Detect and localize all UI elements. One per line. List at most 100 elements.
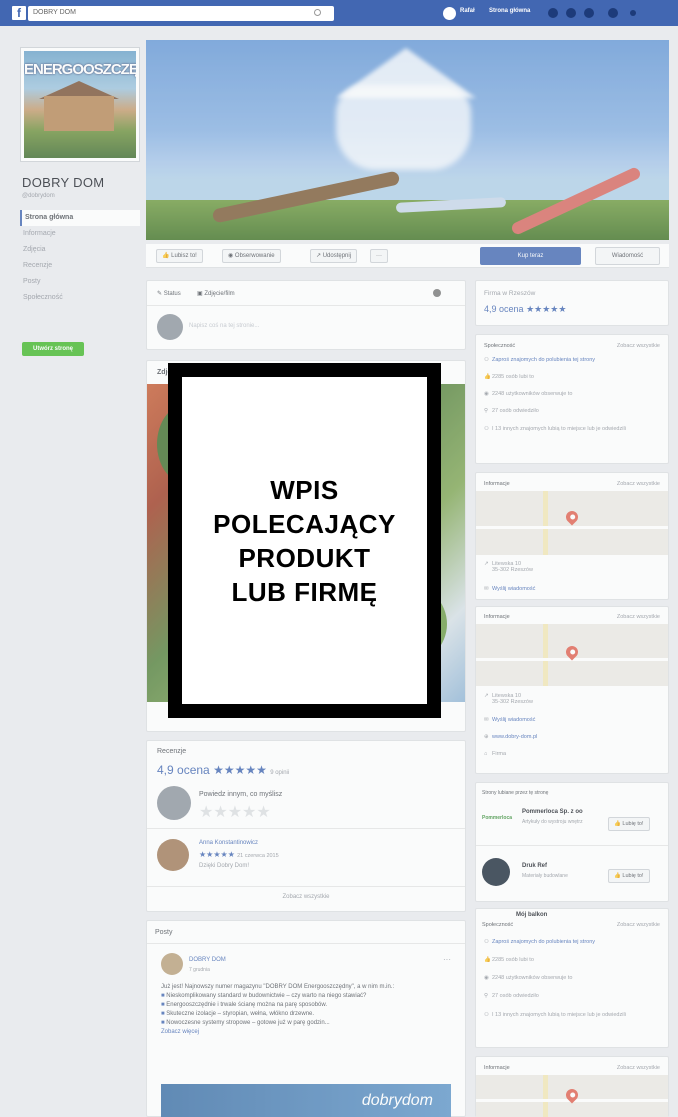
search-input[interactable]: DOBRY DOM (28, 6, 334, 21)
related-page-logo[interactable]: Pommerloca (482, 811, 512, 825)
more-button[interactable]: ··· (370, 249, 388, 263)
address-row: ↗ Litewska 10 35-302 Rzeszów (484, 561, 533, 573)
map[interactable] (476, 624, 668, 686)
composer-input[interactable]: Napisz coś na tej stronie... (189, 323, 259, 329)
website-row: ⊕ www.dobry-dom.pl (484, 734, 537, 740)
post-line: Już jest! Najnowszy numer magazynu "DOBR… (161, 984, 395, 990)
checkins-row: ⚲ 27 osób odwiedziło (484, 993, 539, 999)
post-author[interactable]: DOBRY DOM (189, 957, 226, 963)
nav-item-home[interactable]: Strona główna (20, 210, 140, 226)
like-icon: 👍 (484, 374, 491, 380)
like-page-button[interactable]: 👍 Lubię to! (608, 869, 650, 883)
map[interactable] (476, 1075, 668, 1117)
see-all-link[interactable]: Zobacz wszystkie (617, 922, 660, 928)
photo-tab[interactable]: ▣ Zdjęcie/film (197, 290, 235, 297)
related-page-name[interactable]: Druk Ref (522, 863, 547, 869)
page-rating: 4,9 ocena ★★★★★ (484, 304, 567, 314)
status-tab[interactable]: ✎ Status (157, 290, 181, 297)
avatar (157, 314, 183, 340)
overlay-line: PRODUKT (238, 542, 371, 573)
invite-friends-row: ⚇ Zaproś znajomych do polubienia tej stro… (484, 357, 595, 363)
help-icon[interactable] (608, 8, 618, 18)
friends-row: ⚇ I 13 innych znajomych lubią to miejsce … (484, 426, 626, 432)
see-all-link[interactable]: Zobacz wszystkie (617, 481, 660, 487)
message-button[interactable]: Wiadomość (595, 247, 660, 265)
see-all-reviews-link[interactable]: Zobacz wszystkie (147, 894, 465, 900)
review-count[interactable]: 9 opinii (270, 770, 289, 776)
posts-title: Posty (155, 929, 173, 936)
page-handle[interactable]: @dobrydom (22, 193, 55, 199)
review-stars: ★★★★★ (199, 850, 235, 859)
page-category[interactable]: Firma w Rzeszów (484, 290, 535, 297)
page-action-bar: 👍 Lubisz to! ◉ Obserwowanie ↗ Udostępnij… (146, 244, 669, 268)
like-button[interactable]: 👍 Lubisz to! (156, 249, 203, 263)
messenger-icon: ✉ (484, 717, 489, 723)
post-image-text: dobrydom (361, 1092, 433, 1109)
overlay-line: WPIS (270, 474, 339, 505)
reviewer-name[interactable]: Anna Konstantinowicz (199, 840, 258, 846)
checkins-row: ⚲ 27 osób odwiedziło (484, 408, 539, 414)
see-more-link[interactable]: Zobacz więcej (161, 1028, 451, 1037)
see-all-link[interactable]: Zobacz wszystkie (617, 614, 660, 620)
address-row: ↗ Litewska 10 35-302 Rzeszów (484, 693, 533, 705)
invite-friends-link[interactable]: Zaproś znajomych do polubienia tej stron… (492, 357, 595, 363)
invite-friends-link[interactable]: Zaproś znajomych do polubienia tej stron… (492, 939, 595, 945)
nav-item-reviews[interactable]: Recenzje (20, 258, 140, 274)
message-row: ✉ Wyślij wiadomość (484, 717, 535, 723)
related-pages-title: Strony lubiane przez tę stronę (482, 790, 549, 796)
nav-item-info[interactable]: Informacje (20, 226, 140, 242)
likes-row: 👍2285 osób lubi to (484, 374, 534, 380)
home-link[interactable]: Strona główna (489, 8, 530, 14)
send-message-link[interactable]: Wyślij wiadomość (492, 717, 535, 723)
share-label: Udostępnij (322, 253, 352, 259)
create-page-button[interactable]: Utwórz stronę (22, 342, 84, 356)
people-icon: ⚇ (484, 357, 489, 363)
pin-icon: ⚲ (484, 993, 489, 999)
chevron-down-icon[interactable] (630, 10, 636, 16)
see-all-link[interactable]: Zobacz wszystkie (617, 1065, 660, 1071)
avatar[interactable] (443, 7, 456, 20)
send-message-link[interactable]: Wyślij wiadomość (492, 586, 535, 592)
profile-link[interactable]: Rafał (460, 8, 475, 14)
review-date[interactable]: 21 czerwca 2015 (237, 853, 279, 859)
tag-icon: ⌂ (484, 751, 488, 757)
post-options-icon[interactable]: ··· (443, 955, 451, 964)
messages-icon[interactable] (566, 8, 576, 18)
page-summary-card: Firma w Rzeszów 4,9 ocena ★★★★★ (475, 280, 669, 326)
buy-now-button[interactable]: Kup teraz (480, 247, 581, 265)
globe-icon: ⊕ (484, 734, 489, 740)
reviewer-avatar[interactable] (157, 839, 189, 871)
overlay-line: POLECAJĄCY (213, 508, 396, 539)
search-icon[interactable] (314, 9, 321, 16)
like-icon: 👍 (484, 957, 491, 963)
post-time[interactable]: 7 grudnia (189, 967, 210, 973)
nav-item-posts[interactable]: Posty (20, 274, 140, 290)
website-link[interactable]: www.dobry-dom.pl (492, 734, 537, 740)
friend-requests-icon[interactable] (548, 8, 558, 18)
related-page-avatar[interactable] (482, 858, 510, 886)
info-card: Informacje Zobacz wszystkie ↗ Litewska 10… (475, 472, 669, 600)
cover-photo[interactable] (146, 40, 669, 240)
followers-row: ◉ 2248 użytkowników obserwuje to (484, 391, 573, 397)
share-button[interactable]: ↗ Udostępnij (310, 249, 358, 263)
post-author-avatar[interactable] (161, 953, 183, 975)
related-page-name[interactable]: Pommerloca Sp. z oo (522, 809, 583, 815)
like-icon: 👍 (162, 253, 172, 259)
related-page-name[interactable]: Mój balkon (516, 912, 547, 918)
like-label: Lubisz to! (171, 253, 197, 259)
notifications-icon[interactable] (584, 8, 594, 18)
post-image[interactable]: dobrydom (161, 1084, 451, 1117)
map-pin-icon (563, 508, 581, 526)
nav-item-community[interactable]: Społeczność (20, 290, 140, 306)
map[interactable] (476, 491, 668, 555)
nav-item-photos[interactable]: Zdjęcia (20, 242, 140, 258)
like-page-button[interactable]: 👍 Lubię to! (608, 817, 650, 831)
follow-button[interactable]: ◉ Obserwowanie (222, 249, 281, 263)
see-all-link[interactable]: Zobacz wszystkie (617, 343, 660, 349)
facebook-logo-icon[interactable]: f (12, 6, 26, 20)
audience-icon[interactable] (433, 289, 441, 297)
review-prompt[interactable]: Powiedz innym, co myślisz (199, 791, 282, 798)
profile-picture[interactable]: ENERGOOSZCZĘDNY (20, 47, 140, 162)
community-title: Społeczność (484, 343, 516, 349)
empty-rating-stars[interactable]: ★★★★★ (199, 802, 271, 822)
